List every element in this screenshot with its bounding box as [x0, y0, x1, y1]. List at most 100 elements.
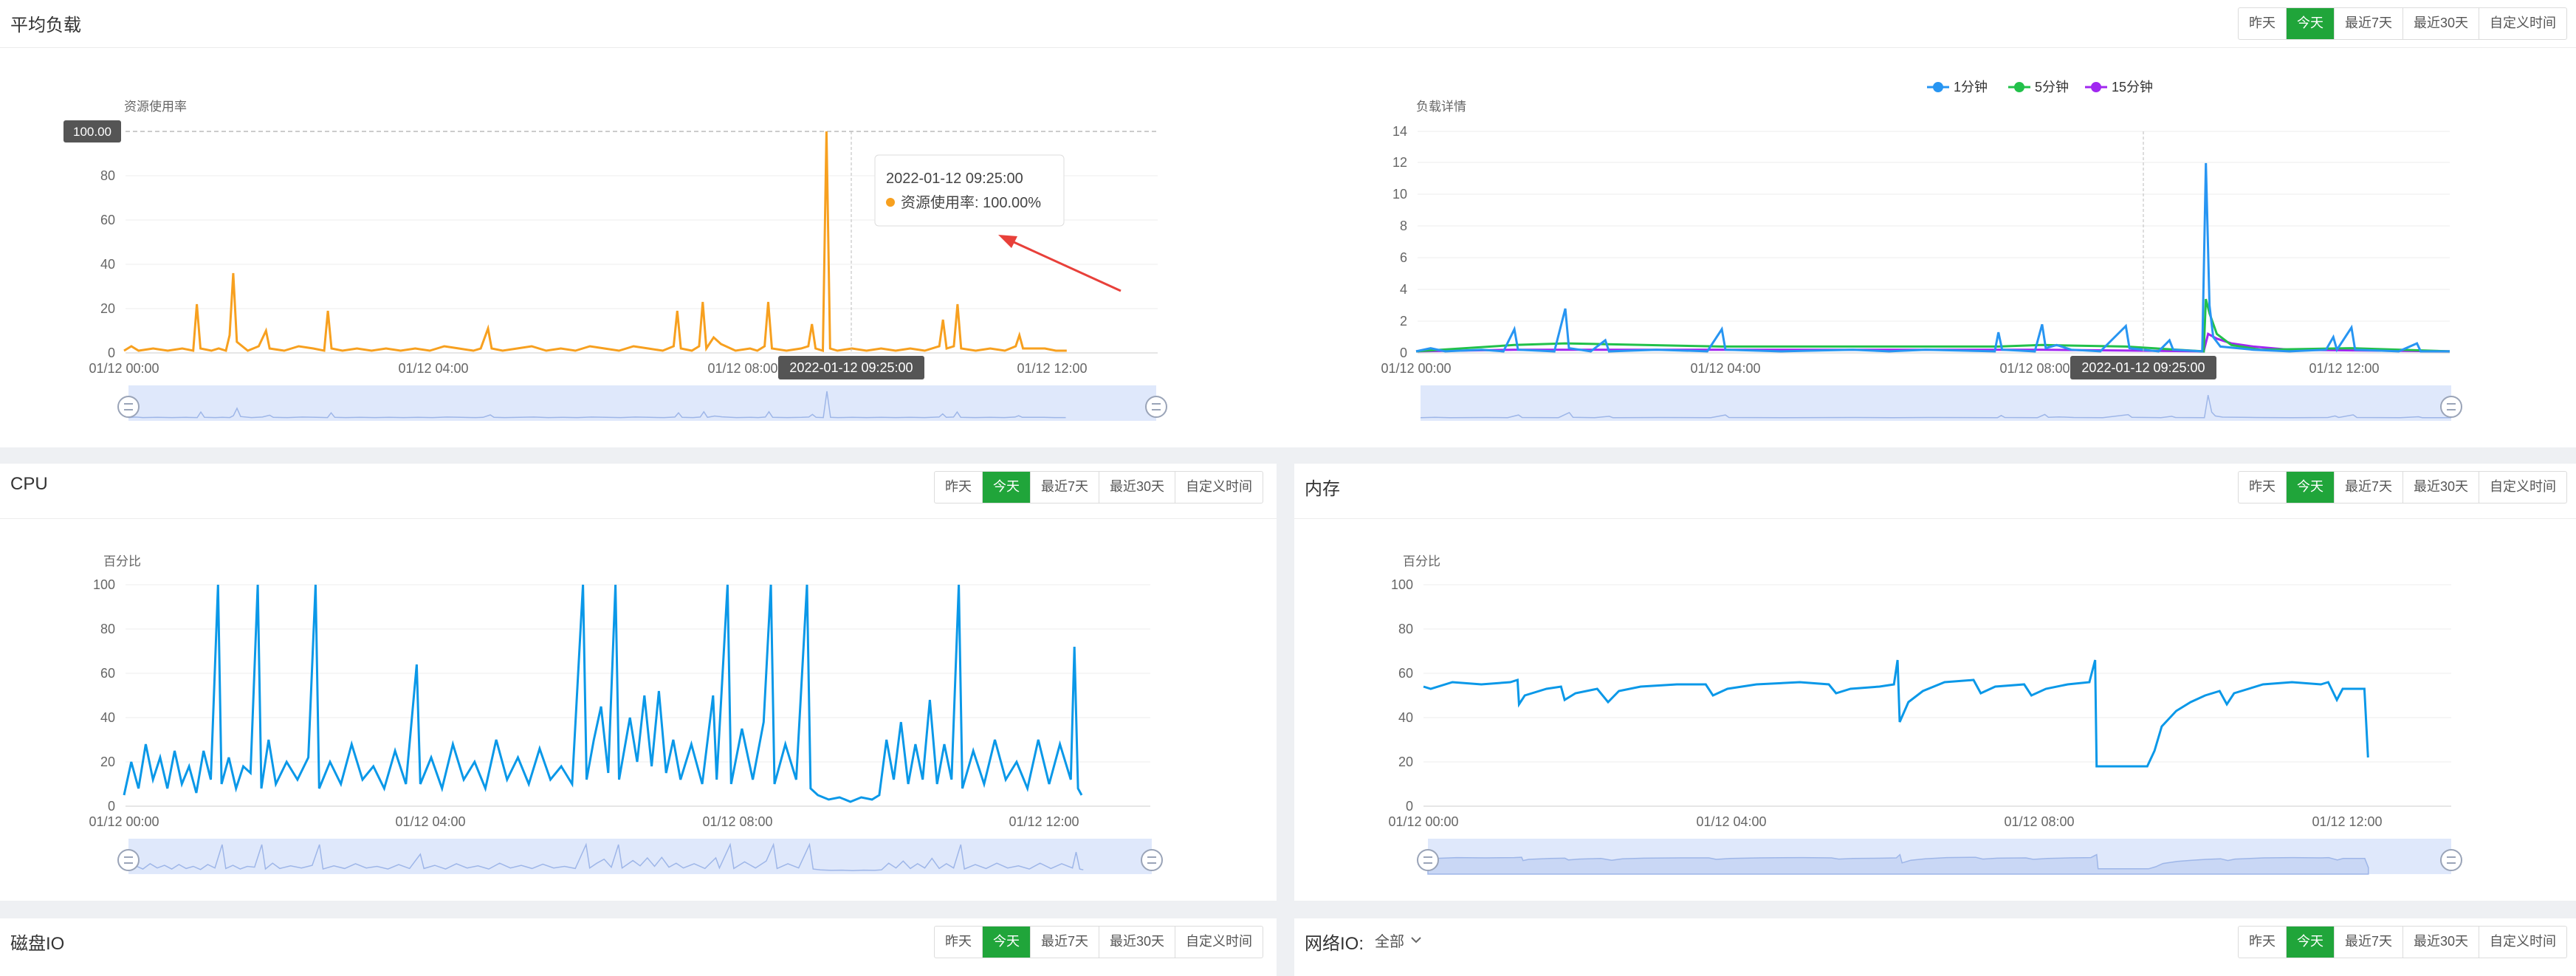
range-30days-button[interactable]: 最近30天 [2403, 927, 2479, 958]
x-tick-label: 01/12 00:00 [89, 361, 159, 376]
x-tick-label: 01/12 08:00 [707, 361, 777, 376]
tooltip: 2022-01-12 09:25:00 资源使用率: 100.00% [874, 154, 1065, 227]
x-tick-label: 01/12 00:00 [1381, 361, 1451, 376]
legend-item-5min[interactable]: 5分钟 [2008, 80, 2069, 94]
axis-name: 负载详情 [1416, 100, 1466, 114]
zoom-handle-left[interactable] [117, 849, 140, 871]
y-tick-label: 100 [93, 577, 115, 592]
legend-item-1min[interactable]: 1分钟 [1927, 80, 1988, 94]
network-io-panel: 网络IO: 昨天 今天 最近7天 最近30天 自定义时间 [1294, 918, 2576, 976]
load-5min-series [1415, 298, 2450, 353]
x-tick-label: 01/12 04:00 [395, 814, 465, 829]
tooltip-marker [886, 198, 895, 207]
select-value: 全部 [1375, 933, 1404, 950]
zoom-handle-right[interactable] [2440, 849, 2462, 871]
zoom-slider[interactable] [128, 385, 1156, 421]
range-custom-button[interactable]: 自定义时间 [1175, 927, 1263, 958]
range-button-group: 昨天 今天 最近7天 最近30天 自定义时间 [2237, 926, 2567, 958]
y-tick-label: 14 [1392, 124, 1407, 139]
range-today-button[interactable]: 今天 [982, 927, 1031, 958]
range-30days-button[interactable]: 最近30天 [1099, 927, 1175, 958]
zoom-handle-right[interactable] [1141, 849, 1163, 871]
legend-item-15min[interactable]: 15分钟 [2085, 80, 2153, 94]
load-1min-series [1415, 162, 2450, 353]
y-tick-label: 4 [1400, 282, 1407, 297]
y-tick-label: 6 [1400, 250, 1407, 265]
load-panel: 平均负载 昨天 今天 最近7天 最近30天 自定义时间 资源使用率 0 20 4… [0, 0, 2576, 447]
axis-name: 资源使用率 [124, 99, 187, 114]
y-tick-label: 2 [1400, 314, 1407, 329]
x-tick-label: 01/12 12:00 [1017, 361, 1087, 376]
range-custom-button[interactable]: 自定义时间 [2479, 927, 2566, 958]
zoom-handle-right[interactable] [2440, 396, 2462, 418]
network-interface-select[interactable]: 全部 [1375, 926, 1422, 954]
x-tick-label: 01/12 08:00 [702, 814, 772, 829]
x-tick-label: 01/12 12:00 [2312, 814, 2382, 829]
y-gridlines [1418, 131, 2450, 354]
legend-label: 5分钟 [2035, 80, 2069, 94]
y-tick-label: 0 [1406, 799, 1413, 814]
y-tick-label: 8 [1400, 219, 1407, 233]
range-button-group: 昨天 今天 最近7天 最近30天 自定义时间 [933, 926, 1263, 958]
y-tick-label: 20 [1398, 755, 1413, 769]
y-tick-label: 80 [1398, 622, 1413, 636]
axis-name: 百分比 [1403, 554, 1440, 568]
zoom-handle-left[interactable] [117, 396, 140, 418]
panel-title: 磁盘IO [10, 934, 65, 954]
tooltip-value: 资源使用率: 100.00% [901, 194, 1041, 211]
cpu-panel: CPU 昨天 今天 最近7天 最近30天 自定义时间 百分比 0 20 40 6… [0, 464, 1277, 901]
y-tick-label: 12 [1392, 155, 1407, 170]
y-tick-label: 60 [1398, 666, 1413, 681]
range-7days-button[interactable]: 最近7天 [2335, 927, 2403, 958]
y-tick-labels: 0 2 4 6 8 10 12 14 [1392, 124, 1407, 360]
y-tick-80: 80 [100, 168, 115, 183]
x-tick-label: 01/12 00:00 [1388, 814, 1458, 829]
range-7days-button[interactable]: 最近7天 [1031, 927, 1099, 958]
y-tick-label: 80 [100, 622, 115, 636]
memory-series [1423, 659, 2369, 768]
x-tick-labels: 01/12 00:00 01/12 04:00 01/12 08:00 01/1… [89, 814, 1079, 829]
y-tick-label: 0 [1400, 346, 1407, 360]
zoom-handle-right[interactable] [1145, 396, 1167, 418]
y-tick-label: 10 [1392, 187, 1407, 202]
range-yesterday-button[interactable]: 昨天 [2239, 927, 2287, 958]
zoom-handle-left[interactable] [1417, 849, 1439, 871]
x-pointer-time: 2022-01-12 09:25:00 [2081, 360, 2205, 375]
legend[interactable]: 1分钟 5分钟 15分钟 [1927, 80, 2153, 94]
x-tick-label: 01/12 04:00 [398, 361, 468, 376]
y-pointer-value: 100.00 [73, 125, 111, 139]
x-tick-labels: 01/12 00:00 01/12 04:00 01/12 08:00 01/1… [1381, 361, 2379, 376]
x-pointer-time: 2022-01-12 09:25:00 [789, 360, 913, 375]
x-tick-label: 01/12 12:00 [1009, 814, 1079, 829]
cpu-series [123, 584, 1083, 803]
zoom-slider[interactable] [128, 839, 1152, 874]
y-gridlines [1423, 584, 2451, 807]
chevron-down-icon [1411, 937, 1421, 944]
x-tick-label: 01/12 00:00 [89, 814, 159, 829]
disk-io-panel: 磁盘IO 昨天 今天 最近7天 最近30天 自定义时间 [0, 918, 1277, 976]
x-tick-label: 01/12 08:00 [2004, 814, 2074, 829]
y-tick-labels: 0 20 40 60 80 [100, 168, 115, 360]
x-tick-label: 01/12 04:00 [1690, 361, 1760, 376]
y-gridlines [126, 584, 1150, 807]
legend-label: 1分钟 [1954, 80, 1988, 94]
range-yesterday-button[interactable]: 昨天 [935, 927, 983, 958]
cpu-chart: 百分比 0 20 40 60 80 100 01/12 00:00 01/12 … [89, 554, 1163, 874]
y-tick-labels: 0 20 40 60 80 100 [93, 577, 115, 814]
y-tick-label: 40 [1398, 710, 1413, 725]
y-tick-40: 40 [100, 257, 115, 272]
y-tick-label: 60 [100, 666, 115, 681]
range-today-button[interactable]: 今天 [2286, 927, 2335, 958]
annotation-arrow [998, 235, 1122, 292]
y-tick-20: 20 [100, 301, 115, 316]
y-tick-60: 60 [100, 213, 115, 227]
y-tick-label: 40 [100, 710, 115, 725]
y-tick-label: 20 [100, 755, 115, 769]
memory-panel: 内存 昨天 今天 最近7天 最近30天 自定义时间 百分比 0 20 40 60… [1294, 464, 2576, 901]
x-tick-label: 01/12 08:00 [1999, 361, 2070, 376]
tooltip-time: 2022-01-12 09:25:00 [886, 171, 1023, 187]
y-tick-label: 100 [1391, 577, 1413, 592]
y-tick-labels: 0 20 40 60 80 100 [1391, 577, 1413, 814]
zoom-slider[interactable] [1421, 385, 2451, 421]
panel-title: 网络IO: [1305, 934, 1364, 954]
